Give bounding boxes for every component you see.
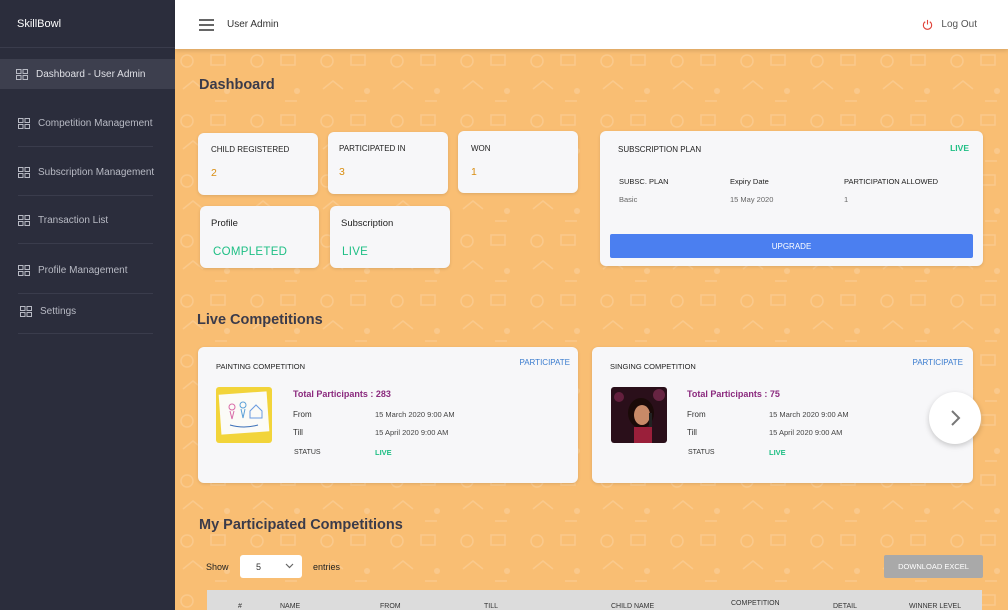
participate-link[interactable]: PARTICIPATE [519, 358, 570, 367]
grid-icon [18, 117, 30, 129]
plan-value: 1 [844, 195, 849, 204]
sidebar-divider [18, 293, 153, 294]
chevron-right-icon [951, 410, 961, 426]
profile-card: Profile COMPLETED [200, 206, 319, 268]
grid-icon [18, 214, 30, 226]
column-header[interactable]: DETAIL [833, 603, 857, 610]
brand-logo[interactable]: SkillBowl [17, 18, 61, 30]
logout-label: Log Out [941, 19, 977, 30]
competition-card-painting: PAINTING COMPETITION PARTICIPATE Total P… [198, 347, 578, 483]
upgrade-button[interactable]: UPGRADE [610, 234, 973, 258]
grid-icon [16, 68, 28, 80]
column-header[interactable]: FROM [380, 603, 401, 610]
competition-title: PAINTING COMPETITION [216, 362, 306, 371]
from-date: 15 March 2020 9:00 AM [375, 410, 455, 419]
singer-photo-image [611, 387, 667, 443]
plan-header: SUBSC. PLAN [619, 177, 669, 186]
power-icon [923, 19, 933, 30]
column-header[interactable]: COMPETITION [731, 600, 780, 607]
stat-label: PARTICIPATED IN [339, 144, 406, 153]
column-header[interactable]: TILL [484, 603, 498, 610]
status-label: STATUS [688, 449, 715, 456]
total-participants: Total Participants : 283 [293, 389, 391, 399]
column-header[interactable]: WINNER LEVEL [909, 603, 961, 610]
stat-card-children: CHILD REGISTERED 2 [198, 133, 318, 195]
competition-title: SINGING COMPETITION [610, 362, 696, 371]
sidebar: SkillBowl Dashboard - User Admin Competi… [0, 0, 175, 610]
grid-icon [18, 166, 30, 178]
sidebar-item-settings[interactable]: Settings [0, 296, 175, 326]
subscription-status: LIVE [342, 246, 369, 258]
sidebar-item-transactions[interactable]: Transaction List [0, 205, 175, 235]
section-title-participated: My Participated Competitions [199, 517, 403, 533]
stat-value: 3 [339, 166, 345, 178]
sidebar-item-label: Profile Management [38, 264, 128, 276]
stat-card-participated: PARTICIPATED IN 3 [328, 132, 448, 194]
table-header: # NAME FROM TILL CHILD NAME COMPETITION … [207, 590, 982, 610]
sidebar-item-label: Dashboard - User Admin [36, 68, 146, 80]
plan-value: 15 May 2020 [730, 195, 774, 204]
sidebar-item-label: Subscription Management [38, 166, 155, 178]
chevron-down-icon [285, 563, 294, 569]
sidebar-divider [18, 243, 153, 244]
plan-header: Expiry Date [730, 177, 769, 186]
plan-status-badge: LIVE [950, 143, 969, 153]
section-title-live: Live Competitions [197, 312, 323, 328]
logout-button[interactable]: Log Out [922, 19, 977, 30]
sidebar-item-profile[interactable]: Profile Management [0, 255, 175, 285]
stat-value: 1 [471, 166, 477, 178]
till-label: Till [687, 428, 697, 437]
plan-title: SUBSCRIPTION PLAN [618, 145, 702, 154]
sidebar-item-label: Transaction List [38, 214, 109, 226]
sidebar-item-label: Competition Management [38, 117, 153, 129]
subscription-label: Subscription [341, 218, 394, 229]
competition-card-singing: SINGING COMPETITION PARTICIPATE Total Pa… [592, 347, 973, 483]
column-header[interactable]: NAME [280, 603, 300, 610]
till-date: 15 April 2020 9:00 AM [375, 428, 449, 437]
sidebar-divider [18, 146, 153, 147]
grid-icon [20, 305, 32, 317]
from-label: From [687, 410, 706, 419]
subscription-plan-card: SUBSCRIPTION PLAN LIVE SUBSC. PLAN Expir… [600, 131, 983, 266]
entries-label: entries [313, 562, 341, 572]
user-name: User Admin [227, 19, 279, 30]
total-participants: Total Participants : 75 [687, 389, 780, 399]
stat-label: WON [471, 144, 491, 153]
subscription-card: Subscription LIVE [330, 206, 450, 268]
from-label: From [293, 410, 312, 419]
sidebar-divider [18, 195, 153, 196]
till-date: 15 April 2020 9:00 AM [769, 428, 843, 437]
profile-status: COMPLETED [213, 246, 288, 258]
sidebar-divider [18, 333, 153, 334]
from-date: 15 March 2020 9:00 AM [769, 410, 849, 419]
page-size-value: 5 [256, 561, 262, 572]
page-title: Dashboard [199, 77, 275, 93]
column-header[interactable]: # [238, 603, 242, 610]
stat-value: 2 [211, 167, 217, 179]
sidebar-item-competition[interactable]: Competition Management [0, 108, 175, 138]
carousel-next-button[interactable] [929, 392, 981, 444]
status-label: STATUS [294, 449, 321, 456]
top-bar: User Admin Log Out [175, 0, 1008, 49]
sidebar-item-label: Settings [40, 305, 77, 317]
show-label: Show [206, 562, 229, 572]
hamburger-menu-icon[interactable] [199, 19, 214, 31]
plan-value: Basic [619, 195, 638, 204]
family-drawing-image [216, 387, 272, 443]
stat-label: CHILD REGISTERED [211, 145, 290, 154]
plan-header: PARTICIPATION ALLOWED [844, 177, 939, 186]
participate-link[interactable]: PARTICIPATE [912, 358, 963, 367]
grid-icon [18, 264, 30, 276]
status-badge: LIVE [375, 448, 392, 457]
sidebar-divider [0, 47, 175, 48]
profile-label: Profile [211, 218, 238, 229]
page-size-select[interactable]: 5 [240, 555, 302, 578]
column-header[interactable]: CHILD NAME [611, 603, 654, 610]
download-excel-button[interactable]: DOWNLOAD EXCEL [884, 555, 983, 578]
sidebar-item-subscription[interactable]: Subscription Management [0, 157, 175, 187]
stat-card-won: WON 1 [458, 131, 578, 193]
status-badge: LIVE [769, 448, 786, 457]
till-label: Till [293, 428, 303, 437]
sidebar-item-dashboard[interactable]: Dashboard - User Admin [0, 59, 175, 89]
